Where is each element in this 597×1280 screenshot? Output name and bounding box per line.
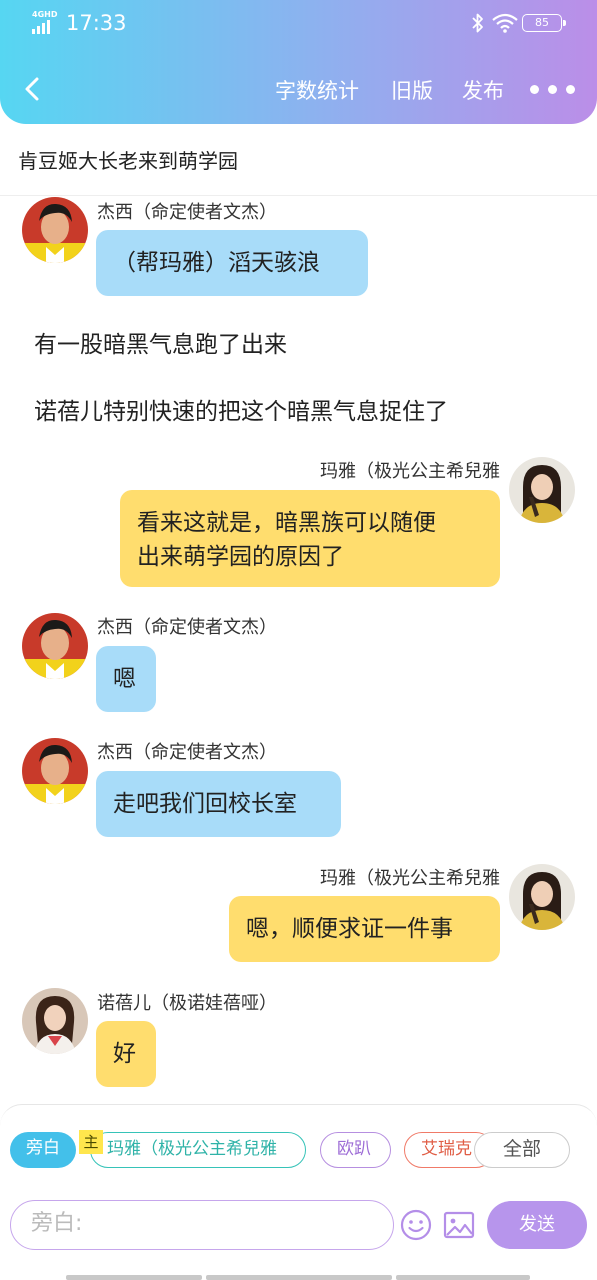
avatar-nobeier[interactable] [22, 988, 88, 1054]
speaker-name: 杰西（命定使者文杰） [97, 617, 277, 638]
nav-bar-segment [206, 1275, 392, 1280]
message-bubble[interactable]: 看来这就是，暗黑族可以随便 出来萌学园的原因了 [120, 490, 500, 587]
image-icon[interactable] [443, 1210, 475, 1240]
send-button[interactable]: 发送 [487, 1201, 587, 1249]
wifi-icon [492, 13, 518, 33]
status-bar: 4GHD 17:33 85 [0, 0, 597, 48]
message-line: 看来这就是，暗黑族可以随便 [137, 510, 436, 536]
message-bubble[interactable]: （帮玛雅）滔天骇浪 [96, 230, 368, 296]
speaker-name: 玛雅（极光公主希兒雅 [320, 868, 500, 889]
nav-bar-segment [66, 1275, 202, 1280]
emoji-icon[interactable] [400, 1209, 432, 1241]
header: 4GHD 17:33 85 字数统计 旧版 发布 [0, 0, 597, 124]
back-icon[interactable] [18, 74, 46, 104]
story-title: 肯豆姬大长老来到萌学园 [0, 134, 597, 196]
role-chip-maya[interactable]: 玛雅（极光公主希兒雅 [90, 1132, 306, 1168]
role-chip-opa[interactable]: 欧趴 [320, 1132, 391, 1168]
avatar-maya[interactable] [509, 457, 575, 523]
message-bubble[interactable]: 好 [96, 1021, 156, 1087]
all-roles-button[interactable]: 全部 [474, 1132, 570, 1168]
nav-bar-segment [396, 1275, 530, 1280]
main-role-badge: 主 [79, 1130, 103, 1154]
speaker-name: 诺蓓儿（极诺娃蓓哑） [97, 993, 277, 1014]
app-root: 4GHD 17:33 85 字数统计 旧版 发布 肯豆姬大长老来到萌学园 杰西（… [0, 0, 597, 1280]
speaker-name: 玛雅（极光公主希兒雅 [320, 461, 500, 482]
message-bubble[interactable]: 嗯 [96, 646, 156, 712]
publish-button[interactable]: 发布 [462, 75, 504, 105]
speaker-name: 杰西（命定使者文杰） [97, 202, 277, 223]
avatar-jesse[interactable] [22, 197, 88, 263]
word-count-button[interactable]: 字数统计 [275, 75, 359, 105]
message-input[interactable]: 旁白: [10, 1200, 394, 1250]
narration-text: 诺蓓儿特别快速的把这个暗黑气息捉住了 [34, 399, 448, 425]
more-options-icon[interactable] [530, 77, 580, 101]
message-bubble[interactable]: 走吧我们回校长室 [96, 771, 341, 837]
signal-icon: 4GHD [32, 10, 58, 34]
avatar-jesse[interactable] [22, 613, 88, 679]
avatar-jesse[interactable] [22, 738, 88, 804]
bluetooth-icon [472, 13, 483, 33]
narration-text: 有一股暗黑气息跑了出来 [34, 332, 287, 358]
old-version-button[interactable]: 旧版 [391, 75, 433, 105]
battery-indicator: 85 [522, 14, 566, 32]
clock: 17:33 [66, 11, 127, 35]
role-chip-narrator[interactable]: 旁白 [10, 1132, 76, 1168]
speaker-name: 杰西（命定使者文杰） [97, 742, 277, 763]
message-line: 出来萌学园的原因了 [137, 544, 344, 570]
network-type: 4GHD [32, 10, 58, 19]
avatar-maya[interactable] [509, 864, 575, 930]
message-bubble[interactable]: 嗯，顺便求证一件事 [229, 896, 500, 962]
